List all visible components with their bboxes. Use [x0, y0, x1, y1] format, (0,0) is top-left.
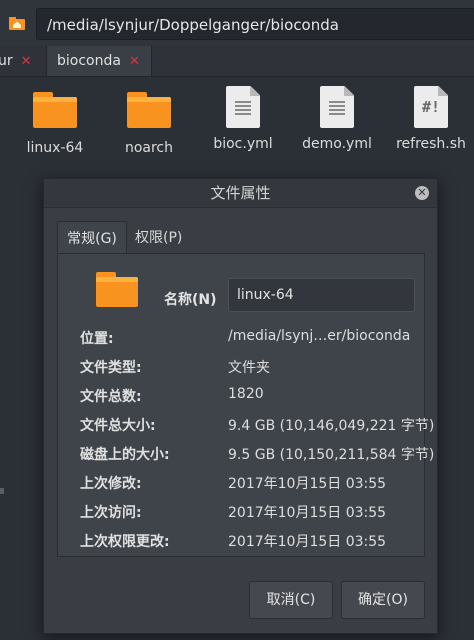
file-item-bioc-yml[interactable]: bioc.yml: [198, 86, 288, 152]
close-icon[interactable]: ✕: [129, 54, 140, 69]
general-panel: 名称(N) linux-64 位置: /media/lsynj…er/biocon…: [57, 253, 434, 557]
property-key: 文件类型:: [80, 360, 142, 376]
location-field[interactable]: /media/lsynjur/Doppelganger/bioconda: [36, 8, 474, 40]
property-key: 文件总大小:: [80, 418, 156, 434]
property-key: 上次修改:: [80, 476, 142, 492]
file-item-linux-64[interactable]: linux-64: [10, 86, 100, 156]
path-bar: /media/lsynjur/Doppelganger/bioconda: [0, 0, 474, 46]
property-key: 上次权限更改:: [80, 534, 170, 550]
tab-label: ur: [0, 53, 13, 69]
cancel-button[interactable]: 取消(C): [249, 581, 333, 619]
tab-previous[interactable]: ur ✕: [0, 46, 32, 76]
file-label: noarch: [124, 140, 174, 156]
property-value: 2017年10月15日 03:55: [228, 534, 387, 550]
name-field[interactable]: linux-64: [228, 278, 415, 312]
properties-dialog: 文件属性 ✕ 常规(G) 权限(P) 名称(N) linux-64 位置: /me…: [43, 178, 438, 634]
tab-bar: ur ✕ bioconda ✕: [0, 46, 474, 77]
home-folder-icon[interactable]: [8, 14, 26, 32]
file-label: refresh.sh: [396, 136, 466, 152]
file-label: demo.yml: [302, 136, 372, 152]
property-row-accessed: 上次访问: 2017年10月15日 03:55: [80, 502, 386, 522]
property-key: 上次访问:: [80, 505, 142, 521]
file-label: bioc.yml: [213, 136, 273, 152]
tab-permissions[interactable]: 权限(P): [135, 221, 182, 253]
property-row-size: 文件总大小: 9.4 GB (10,146,049,221 字节): [80, 415, 434, 435]
property-row-location: 位置: /media/lsynj…er/bioconda: [80, 328, 410, 348]
tab-general[interactable]: 常规(G): [57, 221, 127, 254]
property-value: 9.5 GB (10,150,211,584 字节): [228, 447, 435, 463]
close-icon[interactable]: ✕: [415, 186, 429, 200]
text-file-icon: [320, 86, 354, 128]
property-key: 位置:: [80, 331, 114, 347]
property-row-modified: 上次修改: 2017年10月15日 03:55: [80, 473, 386, 493]
folder-icon: [96, 272, 138, 307]
side-marker: [0, 488, 4, 494]
property-row-count: 文件总数: 1820: [80, 386, 264, 406]
property-row-permissions-changed: 上次权限更改: 2017年10月15日 03:55: [80, 531, 386, 551]
property-value: 2017年10月15日 03:55: [228, 505, 387, 521]
name-label: 名称(N): [164, 292, 217, 308]
text-file-icon: [226, 86, 260, 128]
property-value: /media/lsynj…er/bioconda: [228, 328, 411, 344]
folder-icon: [127, 92, 171, 128]
property-value: 1820: [228, 386, 264, 402]
ok-button[interactable]: 确定(O): [341, 581, 425, 619]
property-row-disk-size: 磁盘上的大小: 9.5 GB (10,150,211,584 字节): [80, 444, 434, 464]
script-file-icon: #!: [414, 86, 448, 128]
file-item-refresh-sh[interactable]: #! refresh.sh: [386, 86, 474, 152]
file-grid: linux-64 noarch bioc.yml demo.yml #! ref…: [0, 76, 474, 180]
property-row-type: 文件类型: 文件夹: [80, 357, 270, 377]
property-value: 2017年10月15日 03:55: [228, 476, 387, 492]
tab-bioconda[interactable]: bioconda ✕: [46, 46, 152, 76]
file-item-noarch[interactable]: noarch: [104, 86, 194, 156]
property-key: 磁盘上的大小:: [80, 447, 170, 463]
file-label: linux-64: [26, 140, 84, 156]
property-value: 文件夹: [228, 360, 270, 376]
property-value: 9.4 GB (10,146,049,221 字节): [228, 418, 435, 434]
dialog-title: 文件属性: [210, 184, 271, 202]
property-key: 文件总数:: [80, 389, 142, 405]
tab-label: bioconda: [57, 53, 121, 69]
folder-icon: [33, 92, 77, 128]
file-item-demo-yml[interactable]: demo.yml: [292, 86, 382, 152]
close-icon[interactable]: ✕: [21, 54, 32, 69]
dialog-titlebar: 文件属性 ✕: [44, 179, 437, 208]
